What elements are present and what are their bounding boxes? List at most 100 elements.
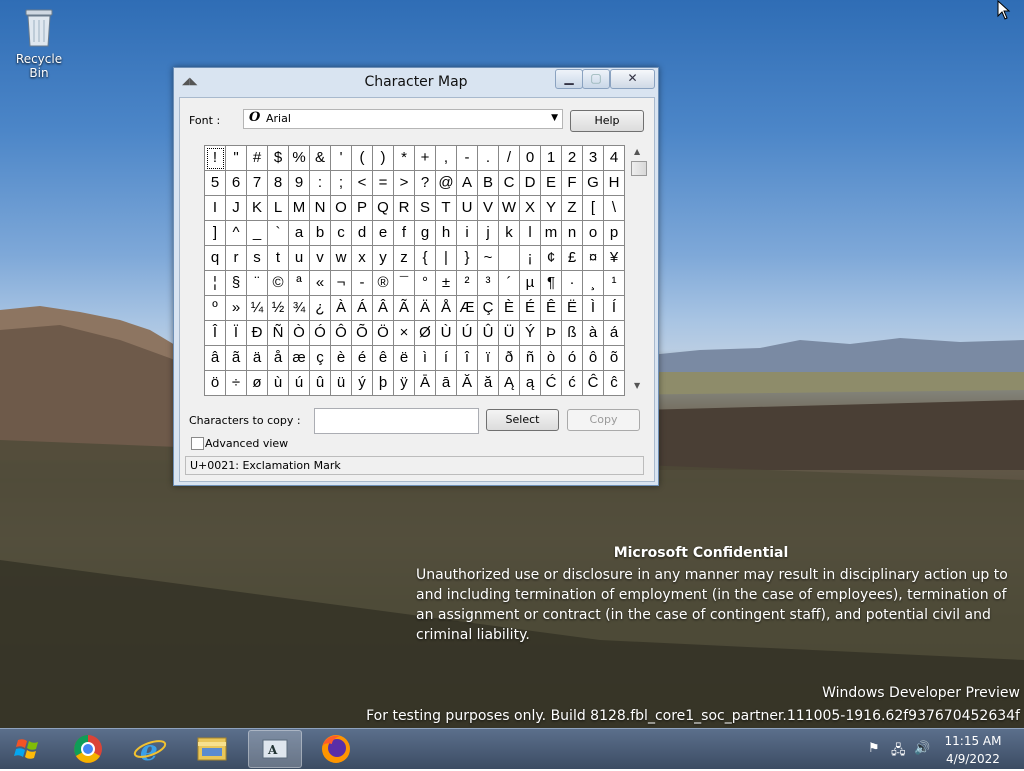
character-cell[interactable]: ¼ bbox=[247, 296, 268, 321]
character-cell[interactable]: Ê bbox=[541, 296, 562, 321]
character-cell[interactable]: ð bbox=[499, 346, 520, 371]
character-cell[interactable]: Á bbox=[352, 296, 373, 321]
character-cell[interactable]: W bbox=[499, 196, 520, 221]
character-cell[interactable]: À bbox=[331, 296, 352, 321]
character-cell[interactable]: 4 bbox=[604, 146, 625, 171]
advanced-view-checkbox[interactable] bbox=[191, 437, 204, 450]
character-cell[interactable]: ñ bbox=[520, 346, 541, 371]
character-cell[interactable]: ¤ bbox=[583, 246, 604, 271]
character-cell[interactable]: ® bbox=[373, 271, 394, 296]
internet-explorer-icon[interactable]: e bbox=[124, 730, 176, 767]
character-cell[interactable]: ÷ bbox=[226, 371, 247, 396]
character-cell[interactable]: Û bbox=[478, 321, 499, 346]
character-cell[interactable]: f bbox=[394, 221, 415, 246]
character-cell[interactable]: ò bbox=[541, 346, 562, 371]
character-cell[interactable]: á bbox=[604, 321, 625, 346]
character-cell[interactable]: Ć bbox=[541, 371, 562, 396]
character-cell[interactable]: ° bbox=[415, 271, 436, 296]
desktop-icon-recycle-bin[interactable]: Recycle Bin bbox=[6, 6, 72, 80]
character-cell[interactable]: 7 bbox=[247, 171, 268, 196]
character-cell[interactable]: ú bbox=[289, 371, 310, 396]
copy-button[interactable]: Copy bbox=[567, 409, 640, 431]
character-cell[interactable]: O bbox=[331, 196, 352, 221]
character-cell[interactable]: Ä bbox=[415, 296, 436, 321]
character-cell[interactable]: ä bbox=[247, 346, 268, 371]
character-cell[interactable]: º bbox=[205, 296, 226, 321]
character-cell[interactable]: > bbox=[394, 171, 415, 196]
character-cell[interactable]: û bbox=[310, 371, 331, 396]
character-cell[interactable]: V bbox=[478, 196, 499, 221]
character-cell[interactable]: é bbox=[352, 346, 373, 371]
character-cell[interactable]: ´ bbox=[499, 271, 520, 296]
character-cell[interactable]: õ bbox=[604, 346, 625, 371]
action-center-flag-icon[interactable]: ⚑ bbox=[868, 741, 880, 756]
character-cell[interactable]: ½ bbox=[268, 296, 289, 321]
character-cell[interactable]: * bbox=[394, 146, 415, 171]
grid-scrollbar[interactable]: ▲ ▼ bbox=[630, 145, 647, 395]
character-cell[interactable]: Þ bbox=[541, 321, 562, 346]
character-cell[interactable]: C bbox=[499, 171, 520, 196]
clock-date[interactable]: 4/9/2022 bbox=[933, 752, 1013, 766]
character-cell[interactable]: - bbox=[457, 146, 478, 171]
character-cell[interactable]: X bbox=[520, 196, 541, 221]
character-cell[interactable]: « bbox=[310, 271, 331, 296]
character-cell[interactable]: Ü bbox=[499, 321, 520, 346]
character-cell[interactable]: § bbox=[226, 271, 247, 296]
character-cell[interactable]: ü bbox=[331, 371, 352, 396]
maximize-button[interactable]: ▢ bbox=[582, 69, 610, 89]
character-cell[interactable]: © bbox=[268, 271, 289, 296]
character-cell[interactable]: L bbox=[268, 196, 289, 221]
character-cell[interactable]: à bbox=[583, 321, 604, 346]
character-cell[interactable]: ¦ bbox=[205, 271, 226, 296]
character-cell[interactable]: ß bbox=[562, 321, 583, 346]
character-cell[interactable]: 1 bbox=[541, 146, 562, 171]
character-cell[interactable]: 9 bbox=[289, 171, 310, 196]
character-cell[interactable]: ă bbox=[478, 371, 499, 396]
character-cell[interactable]: S bbox=[415, 196, 436, 221]
character-cell[interactable]: o bbox=[583, 221, 604, 246]
character-cell[interactable]: } bbox=[457, 246, 478, 271]
character-cell[interactable]: ± bbox=[436, 271, 457, 296]
character-cell[interactable]: · bbox=[562, 271, 583, 296]
minimize-button[interactable]: ▁ bbox=[555, 69, 583, 89]
character-cell[interactable]: { bbox=[415, 246, 436, 271]
character-cell[interactable]: Î bbox=[205, 321, 226, 346]
character-cell[interactable]: ¡ bbox=[520, 246, 541, 271]
character-cell[interactable]: ¥ bbox=[604, 246, 625, 271]
character-cell[interactable]: ( bbox=[352, 146, 373, 171]
character-cell[interactable]: 3 bbox=[583, 146, 604, 171]
character-cell[interactable]: Õ bbox=[352, 321, 373, 346]
character-cell[interactable]: T bbox=[436, 196, 457, 221]
character-cell[interactable]: 0 bbox=[520, 146, 541, 171]
character-cell[interactable]: £ bbox=[562, 246, 583, 271]
character-cell[interactable]: B bbox=[478, 171, 499, 196]
character-cell[interactable]: 8 bbox=[268, 171, 289, 196]
title-bar[interactable]: ◢◣ Character Map ▁ ▢ ✕ bbox=[174, 68, 658, 96]
character-cell[interactable]: ô bbox=[583, 346, 604, 371]
character-cell[interactable]: Y bbox=[541, 196, 562, 221]
character-cell[interactable]: Ì bbox=[583, 296, 604, 321]
character-cell[interactable]: ¿ bbox=[310, 296, 331, 321]
character-cell[interactable]: ã bbox=[226, 346, 247, 371]
character-cell[interactable]: ² bbox=[457, 271, 478, 296]
character-cell[interactable]: a bbox=[289, 221, 310, 246]
character-cell[interactable]: ø bbox=[247, 371, 268, 396]
character-cell[interactable]: É bbox=[520, 296, 541, 321]
character-cell[interactable]: ¸ bbox=[583, 271, 604, 296]
character-cell[interactable]: ì bbox=[415, 346, 436, 371]
character-cell[interactable]: È bbox=[499, 296, 520, 321]
character-cell[interactable]: : bbox=[310, 171, 331, 196]
character-cell[interactable]: ª bbox=[289, 271, 310, 296]
clock-time[interactable]: 11:15 AM bbox=[933, 734, 1013, 748]
character-cell[interactable]: ï bbox=[478, 346, 499, 371]
character-cell[interactable]: E bbox=[541, 171, 562, 196]
character-cell[interactable]: Ă bbox=[457, 371, 478, 396]
character-cell[interactable]: D bbox=[520, 171, 541, 196]
character-cell[interactable]: 2 bbox=[562, 146, 583, 171]
character-cell[interactable]: æ bbox=[289, 346, 310, 371]
character-cell[interactable]: å bbox=[268, 346, 289, 371]
character-cell[interactable]: M bbox=[289, 196, 310, 221]
character-cell[interactable]: # bbox=[247, 146, 268, 171]
character-cell[interactable]: ¾ bbox=[289, 296, 310, 321]
character-cell[interactable]: Ï bbox=[226, 321, 247, 346]
